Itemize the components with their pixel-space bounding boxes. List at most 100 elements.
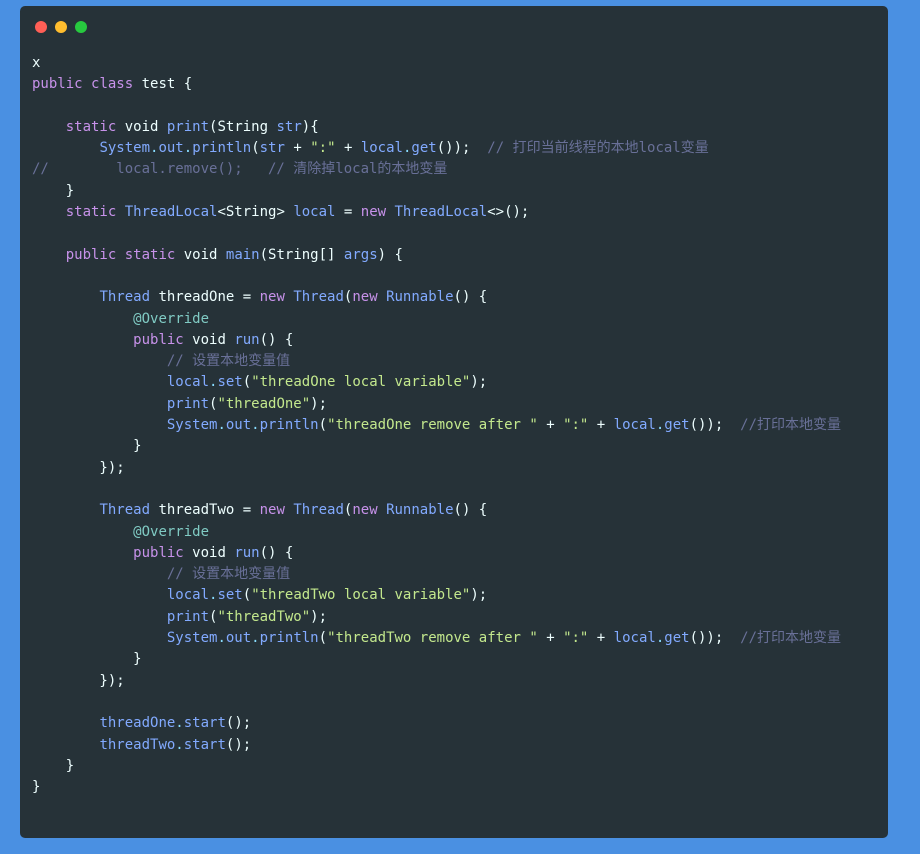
code-line: static void print(String str){	[32, 117, 882, 138]
code-line: System.out.println("threadOne remove aft…	[32, 415, 882, 436]
code-token: "threadTwo remove after "	[327, 630, 538, 647]
code-token: ThreadLocal	[394, 204, 488, 221]
close-dot-icon[interactable]	[35, 21, 47, 33]
code-token: void	[183, 544, 235, 561]
code-token: print	[166, 608, 210, 625]
code-line: print("threadTwo");	[32, 607, 882, 628]
code-token: Thread	[99, 289, 151, 306]
code-token: Thread	[99, 502, 151, 519]
code-token: public	[133, 331, 184, 348]
code-token: out	[158, 140, 184, 157]
code-window: x public class test { static void print(S…	[20, 6, 888, 838]
code-token: .	[217, 630, 226, 647]
code-token: "threadOne"	[217, 395, 311, 412]
code-token: get	[664, 630, 690, 647]
code-token: run	[234, 331, 260, 348]
code-token: .	[183, 140, 193, 157]
code-token: get	[411, 140, 437, 157]
code-token: start	[183, 736, 226, 753]
code-token: void	[175, 246, 226, 263]
code-line: local.set("threadOne local variable");	[32, 372, 882, 393]
code-line: public void run() {	[32, 330, 882, 351]
code-token: Thread	[293, 289, 344, 306]
code-token: // 设置本地变量值	[166, 353, 291, 370]
code-token: <>();	[487, 204, 530, 221]
code-token: "threadOne local variable"	[251, 374, 471, 391]
code-token: class	[91, 76, 134, 93]
code-block: x public class test { static void print(S…	[32, 53, 882, 798]
code-token: +	[588, 417, 614, 434]
code-token: new	[352, 289, 378, 306]
code-token: //打印本地变量	[740, 417, 841, 434]
code-token: "threadOne remove after "	[327, 417, 538, 434]
maximize-dot-icon[interactable]	[75, 21, 87, 33]
code-token: out	[225, 417, 252, 434]
code-token: =	[335, 204, 361, 221]
code-token: () {	[259, 544, 294, 561]
code-token: () {	[453, 502, 488, 519]
code-token: "threadTwo local variable"	[251, 587, 471, 604]
code-token: (	[318, 417, 328, 434]
code-token: +	[537, 417, 564, 434]
code-token: start	[183, 715, 226, 732]
code-token: (	[318, 630, 328, 647]
code-token: out	[225, 630, 252, 647]
code-token: threadTwo =	[150, 502, 260, 519]
code-token: ());	[436, 140, 488, 157]
code-line: threadTwo.start();	[32, 735, 882, 756]
code-token: .	[217, 417, 226, 434]
code-token: );	[310, 608, 328, 625]
code-token: ();	[225, 736, 252, 753]
code-token: +	[335, 140, 361, 157]
code-token: public	[32, 76, 83, 93]
code-token: new	[259, 289, 285, 306]
code-token: threadOne =	[150, 289, 260, 306]
code-token: threadTwo	[99, 736, 176, 753]
code-line: // 设置本地变量值	[32, 351, 882, 372]
code-token: @Override	[133, 310, 210, 327]
code-token: Runnable	[386, 289, 454, 306]
code-token: public	[65, 246, 117, 263]
code-token: );	[470, 587, 488, 604]
code-token: "threadTwo"	[217, 608, 311, 625]
code-token: args	[343, 246, 378, 263]
code-token: System	[166, 630, 218, 647]
code-token: }	[32, 779, 41, 796]
code-token: ThreadLocal	[124, 204, 218, 221]
code-token: ) {	[377, 246, 403, 263]
code-token: get	[664, 417, 690, 434]
code-token: str	[259, 140, 285, 157]
code-token: System	[99, 140, 151, 157]
code-token: println	[259, 417, 319, 434]
code-token: ":"	[563, 630, 589, 647]
code-line: @Override	[32, 309, 882, 330]
code-token: .	[251, 417, 260, 434]
code-token: .	[655, 417, 665, 434]
code-token: Runnable	[386, 502, 454, 519]
code-line: System.out.println("threadTwo remove aft…	[32, 628, 882, 649]
code-line: }	[32, 649, 882, 670]
code-line: static ThreadLocal<String> local = new T…	[32, 202, 882, 223]
code-line: // local.remove(); // 清除掉local的本地变量	[32, 159, 882, 180]
code-line: local.set("threadTwo local variable");	[32, 585, 882, 606]
minimize-dot-icon[interactable]	[55, 21, 67, 33]
code-token: x	[32, 55, 41, 71]
code-line: });	[32, 671, 882, 692]
code-token: static	[65, 118, 117, 135]
code-token: // local.remove(); // 清除掉local的本地变量	[32, 161, 448, 178]
code-token: );	[470, 374, 488, 391]
code-token: +	[588, 630, 614, 647]
